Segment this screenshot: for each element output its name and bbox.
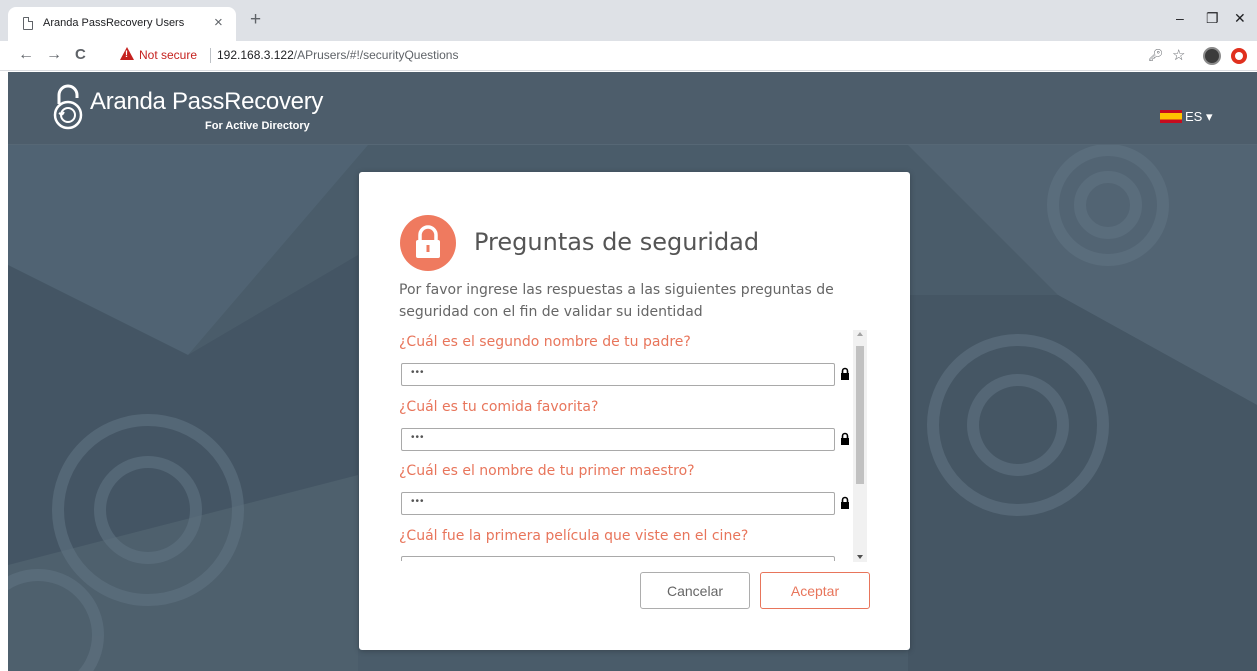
extension-avatar-icon[interactable]	[1203, 47, 1221, 65]
padlock-logo-icon	[53, 84, 83, 130]
questions-scrollbar[interactable]	[853, 330, 867, 562]
minimize-icon[interactable]: –	[1176, 9, 1184, 27]
reload-icon[interactable]: C	[75, 46, 86, 64]
padlock-icon	[841, 496, 849, 509]
brand-subtitle: For Active Directory	[205, 120, 310, 132]
key-icon[interactable]: 🔑︎	[1148, 48, 1163, 62]
answer-value: •••	[411, 367, 425, 378]
answer-value: •••	[411, 496, 425, 507]
browser-tab[interactable]: Aranda PassRecovery Users ×	[8, 7, 236, 41]
dialog-instructions: Por favor ingrese las respuestas a las s…	[399, 282, 834, 320]
tab-close-icon[interactable]: ×	[214, 14, 223, 32]
question-label: ¿Cuál es el nombre de tu primer maestro?	[399, 463, 695, 479]
warning-icon[interactable]: !	[120, 47, 134, 60]
scroll-up-arrow-icon[interactable]	[857, 332, 863, 336]
accept-button[interactable]: Aceptar	[760, 572, 870, 609]
url-host: 192.168.3.122	[217, 48, 294, 62]
answer-input[interactable]	[401, 556, 835, 561]
browser-tab-strip: Aranda PassRecovery Users × + – ❐ ✕	[0, 0, 1257, 41]
language-label: ES ▾	[1185, 109, 1213, 124]
restore-icon[interactable]: ❐	[1206, 9, 1219, 27]
url-separator	[210, 48, 211, 63]
question-label: ¿Cuál es el segundo nombre de tu padre?	[399, 334, 691, 350]
app-page: Aranda PassRecovery For Active Directory…	[8, 72, 1257, 671]
questions-list: ¿Cuál es el segundo nombre de tu padre? …	[399, 332, 869, 561]
star-icon[interactable]: ☆	[1172, 46, 1185, 64]
url-path: /APrusers/#!/securityQuestions	[293, 48, 459, 62]
tab-title: Aranda PassRecovery Users	[43, 17, 185, 29]
security-questions-dialog: Preguntas de seguridad Por favor ingrese…	[359, 172, 910, 650]
app-header: Aranda PassRecovery For Active Directory…	[8, 72, 1257, 145]
new-tab-icon[interactable]: +	[250, 10, 261, 30]
forward-arrow-icon[interactable]: →	[46, 46, 62, 64]
url-field[interactable]: 192.168.3.122/APrusers/#!/securityQuesti…	[217, 48, 458, 62]
question-label: ¿Cuál fue la primera película que viste …	[399, 528, 749, 544]
back-arrow-icon[interactable]: ←	[18, 46, 34, 64]
extension-record-icon[interactable]	[1231, 48, 1247, 64]
scroll-thumb[interactable]	[856, 346, 864, 484]
window-close-icon[interactable]: ✕	[1234, 9, 1246, 27]
address-bar: ← → C ! Not secure 192.168.3.122/APruser…	[0, 41, 1257, 71]
padlock-icon	[841, 432, 849, 445]
answer-input[interactable]: •••	[401, 363, 835, 386]
lock-icon	[400, 215, 456, 271]
brand-name: Aranda PassRecovery	[90, 88, 324, 115]
language-selector[interactable]: ES ▾	[1160, 107, 1230, 125]
page-icon	[23, 17, 33, 30]
answer-value: •••	[411, 432, 425, 443]
scroll-down-arrow-icon[interactable]	[857, 555, 863, 559]
answer-input[interactable]: •••	[401, 428, 835, 451]
cancel-button[interactable]: Cancelar	[640, 572, 750, 609]
question-label: ¿Cuál es tu comida favorita?	[399, 399, 599, 415]
dialog-title: Preguntas de seguridad	[474, 228, 760, 256]
spain-flag-icon	[1160, 110, 1182, 123]
security-status[interactable]: Not secure	[139, 48, 197, 62]
padlock-icon	[841, 367, 849, 380]
answer-input[interactable]: •••	[401, 492, 835, 515]
